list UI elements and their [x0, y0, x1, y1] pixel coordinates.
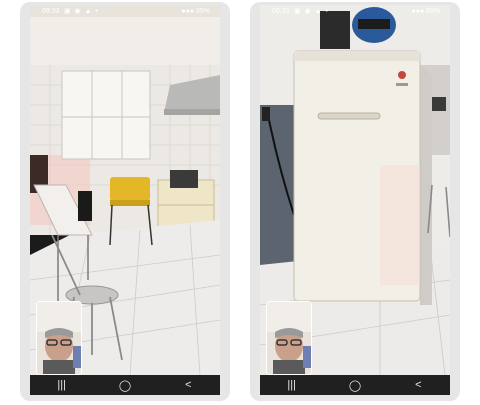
notification-icons: ▣ ◉ ▲ •: [64, 8, 99, 15]
right-phone-screen: 09:33 ▣ ◉ ▲ • ●●● 85% ||| ◯ <: [260, 5, 450, 395]
android-navigation-bar: ||| ◯ <: [260, 375, 450, 395]
self-view-thumbnail[interactable]: [266, 301, 312, 375]
signal-battery-indicator: ●●● 85%: [411, 8, 440, 15]
back-button[interactable]: <: [173, 377, 203, 393]
status-time: 09:33: [42, 8, 60, 15]
status-bar: 09:33 ▣ ◉ ▲ • ●●● 85%: [30, 5, 220, 18]
status-time: 09:33: [272, 8, 290, 15]
home-button[interactable]: ◯: [340, 377, 370, 393]
self-view-thumbnail[interactable]: [36, 301, 82, 375]
recent-apps-button[interactable]: |||: [47, 377, 77, 393]
left-phone-screen: 09:33 ▣ ◉ ▲ • ●●● 85% ||| ◯ <: [30, 5, 220, 395]
home-button[interactable]: ◯: [110, 377, 140, 393]
left-screenshot-card: 09:33 ▣ ◉ ▲ • ●●● 85% ||| ◯ <: [20, 2, 230, 401]
right-screenshot-card: 09:33 ▣ ◉ ▲ • ●●● 85% ||| ◯ <: [250, 2, 460, 401]
notification-icons: ▣ ◉ ▲ •: [294, 8, 329, 15]
signal-battery-indicator: ●●● 85%: [181, 8, 210, 15]
recent-apps-button[interactable]: |||: [277, 377, 307, 393]
status-bar: 09:33 ▣ ◉ ▲ • ●●● 85%: [260, 5, 450, 18]
back-button[interactable]: <: [403, 377, 433, 393]
android-navigation-bar: ||| ◯ <: [30, 375, 220, 395]
